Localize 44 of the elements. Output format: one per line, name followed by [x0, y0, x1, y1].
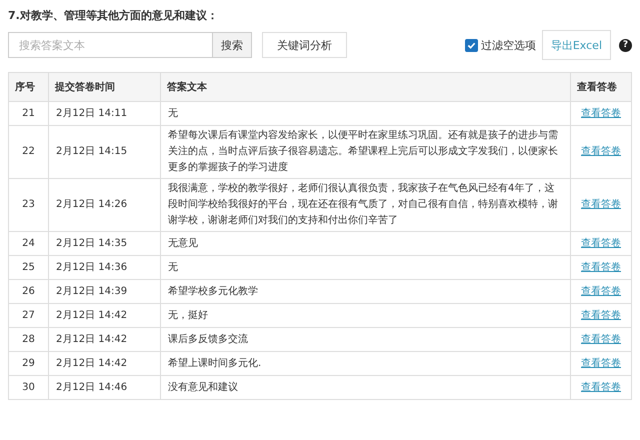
table-cell: 2月12日 14:36	[48, 256, 160, 280]
table-cell: 25	[8, 256, 48, 280]
table-cell: 26	[8, 280, 48, 304]
table-cell: 希望学校多元化教学	[160, 280, 570, 304]
export-excel-button[interactable]: 导出Excel	[542, 30, 611, 60]
table-cell: 2月12日 14:11	[48, 102, 160, 126]
search-button[interactable]: 搜索	[212, 33, 251, 57]
table-cell: 23	[8, 178, 48, 232]
filter-checkbox[interactable]	[464, 38, 478, 52]
table-cell: 无意见	[160, 232, 570, 256]
view-answer-link[interactable]: 查看答卷	[581, 146, 621, 157]
table-cell: 29	[8, 352, 48, 376]
table-cell: 2月12日 14:15	[48, 126, 160, 178]
question-title: 7.对教学、管理等其他方面的意见和建议：	[8, 8, 219, 24]
table-cell: 希望每次课后有课堂内容发给家长，以便平时在家里练习巩固。还有就是孩子的进步与需关注的点，当时点评后孩子很容易遗忘。希望课程上完后可以形成文字发我们，以便家长更多的掌握孩子的学习进度	[160, 126, 570, 178]
table-cell: 22	[8, 126, 48, 178]
column-header: 序号	[8, 72, 48, 102]
keyword-analysis-button[interactable]: 关键词分析	[262, 32, 347, 58]
table-cell: 课后多反馈多交流	[160, 328, 570, 352]
table-cell: 28	[8, 328, 48, 352]
column-header: 提交答卷时间	[48, 72, 160, 102]
filter-label: 过滤空选项	[480, 38, 536, 52]
table-cell: 2月12日 14:42	[48, 352, 160, 376]
table-cell: 2月12日 14:42	[48, 328, 160, 352]
table-cell: 2月12日 14:35	[48, 232, 160, 256]
table-cell: 希望上课时间多元化.	[160, 352, 570, 376]
search-field[interactable]: 搜索答案文本 搜索	[8, 32, 252, 58]
view-answer-link[interactable]: 查看答卷	[581, 199, 621, 210]
table-cell: 2月12日 14:39	[48, 280, 160, 304]
table-cell: 没有意见和建议	[160, 376, 570, 400]
help-icon[interactable]: ?	[619, 38, 632, 52]
table-cell: 27	[8, 304, 48, 328]
table-cell: 2月12日 14:42	[48, 304, 160, 328]
table-cell: 21	[8, 102, 48, 126]
table-cell: 2月12日 14:26	[48, 178, 160, 232]
table-cell: 2月12日 14:46	[48, 376, 160, 400]
column-header: 答案文本	[160, 72, 570, 102]
table-cell: 无	[160, 256, 570, 280]
table-cell: 我很满意，学校的教学很好，老师们很认真很负责，我家孩子在气色风已经有4年了，这段时间学校给我很好的平台，现在还在很有气质了，对自己很有自信，特别喜欢模特，谢谢学校，谢谢老师们对我们的支持和付出你们辛苦了	[160, 178, 570, 232]
table-cell: 无	[160, 102, 570, 126]
table-cell: 24	[8, 232, 48, 256]
column-header: 查看答卷	[570, 72, 632, 102]
table-cell: 无，挺好	[160, 304, 570, 328]
table-cell: 30	[8, 376, 48, 400]
